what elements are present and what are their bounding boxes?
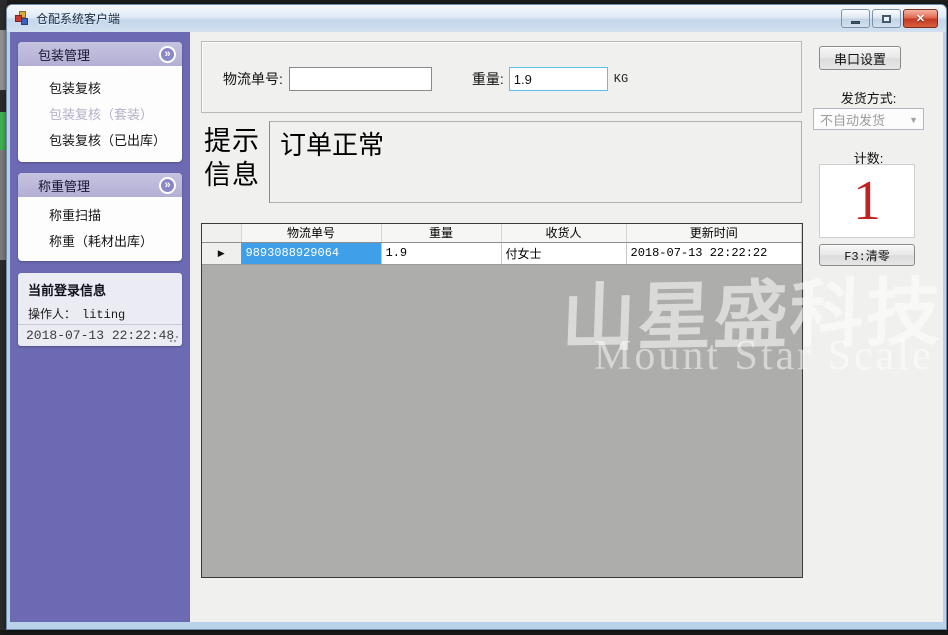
tracking-number-input[interactable]: [289, 67, 432, 91]
cell-tracking-number[interactable]: 9893088929064: [241, 242, 381, 264]
scan-fieldbox: 物流单号: 重量: KG: [201, 41, 802, 113]
nav-group-body: 包装复核 包装复核（套装） 包装复核（已出库）: [18, 66, 182, 162]
close-icon: ✕: [916, 12, 925, 25]
nav-group-packaging: 包装管理 » 包装复核 包装复核（套装） 包装复核（已出库）: [18, 42, 182, 162]
titlebar-buttons: ✕: [841, 9, 938, 28]
login-info-title: 当前登录信息: [18, 273, 182, 299]
count-value: 1: [853, 173, 881, 229]
main-panel: 物流单号: 重量: KG 提示 信息 订单正常 物流单号 重: [190, 32, 943, 622]
nav-group-title: 称重管理: [38, 176, 159, 195]
nav-group-weighing: 称重管理 » 称重扫描 称重（耗材出库）: [18, 173, 182, 261]
app-window: 仓配系统客户端 ✕ 包装管理 » 包装复核 包装复核（套装: [6, 4, 947, 630]
nav-group-body: 称重扫描 称重（耗材出库）: [18, 197, 182, 261]
datagrid-header-row: 物流单号 重量 收货人 更新时间: [202, 224, 802, 242]
close-button[interactable]: ✕: [903, 9, 938, 28]
minimize-icon: [851, 21, 860, 24]
window-title: 仓配系统客户端: [36, 10, 120, 27]
maximize-button[interactable]: [872, 9, 901, 28]
chevron-expand-icon[interactable]: »: [159, 177, 176, 194]
operator-value: liting: [82, 308, 125, 322]
chevron-expand-icon[interactable]: »: [159, 46, 176, 63]
maximize-icon: [882, 15, 891, 23]
chevron-down-icon: ▼: [909, 115, 918, 125]
records-datagrid[interactable]: 物流单号 重量 收货人 更新时间 ▶ 9893088929064 1.9 付女士…: [201, 223, 803, 578]
tracking-number-label: 物流单号:: [223, 69, 283, 89]
titlebar[interactable]: 仓配系统客户端 ✕: [7, 5, 946, 32]
row-header-column: [202, 224, 241, 242]
desktop-bottom-strip: [0, 630, 948, 635]
app-icon: [15, 11, 30, 26]
ship-mode-value: 不自动发货: [820, 110, 885, 129]
desktop: { "window": { "title": "仓配系统客户端" }, "ico…: [0, 0, 948, 635]
nav-group-header-packaging[interactable]: 包装管理 »: [18, 42, 182, 66]
resize-grip-icon: [169, 333, 179, 343]
operator-row: 操作人： liting: [18, 299, 182, 322]
column-header-receiver[interactable]: 收货人: [501, 224, 626, 242]
prompt-label-line1: 提示: [204, 124, 264, 158]
ship-mode-label: 发货方式:: [813, 88, 924, 107]
column-header-updated[interactable]: 更新时间: [626, 224, 802, 242]
weight-label: 重量:: [472, 69, 504, 89]
nav-group-header-weighing[interactable]: 称重管理 »: [18, 173, 182, 197]
cell-weight[interactable]: 1.9: [381, 242, 501, 264]
prompt-message: 订单正常: [280, 130, 384, 160]
column-header-tracking[interactable]: 物流单号: [241, 224, 381, 242]
row-marker-icon[interactable]: ▶: [202, 242, 241, 264]
minimize-button[interactable]: [841, 9, 870, 28]
sidebar-item-package-recheck[interactable]: 包装复核: [18, 76, 182, 102]
count-display-box: 1: [819, 164, 915, 238]
f3-clear-button[interactable]: F3:清零: [819, 244, 915, 266]
cell-updated-time[interactable]: 2018-07-13 22:22:22: [626, 242, 802, 264]
nav-group-title: 包装管理: [38, 45, 159, 64]
column-header-weight[interactable]: 重量: [381, 224, 501, 242]
ship-mode-dropdown[interactable]: 不自动发货 ▼: [813, 108, 924, 130]
serial-port-settings-button[interactable]: 串口设置: [819, 46, 901, 70]
client-area: 包装管理 » 包装复核 包装复核（套装） 包装复核（已出库） 称重管理 » 称重…: [10, 32, 943, 622]
prompt-label-line2: 信息: [204, 158, 264, 192]
login-timestamp-row: 2018-07-13 22:22:48: [18, 324, 182, 346]
table-row[interactable]: ▶ 9893088929064 1.9 付女士 2018-07-13 22:22…: [202, 242, 802, 264]
sidebar: 包装管理 » 包装复核 包装复核（套装） 包装复核（已出库） 称重管理 » 称重…: [10, 32, 190, 622]
sidebar-item-weigh-scan[interactable]: 称重扫描: [18, 203, 182, 229]
weight-unit-label: KG: [614, 72, 628, 86]
login-info-panel: 当前登录信息 操作人： liting 2018-07-13 22:22:48: [18, 273, 182, 346]
sidebar-item-package-recheck-set: 包装复核（套装）: [18, 102, 182, 128]
sidebar-item-package-recheck-shipped[interactable]: 包装复核（已出库）: [18, 128, 182, 154]
sidebar-item-weigh-consumable[interactable]: 称重（耗材出库）: [18, 229, 182, 255]
prompt-message-box: 订单正常: [269, 121, 802, 203]
weight-input[interactable]: [509, 67, 608, 91]
operator-label: 操作人：: [28, 307, 76, 321]
cell-receiver[interactable]: 付女士: [501, 242, 626, 264]
login-timestamp: 2018-07-13 22:22:48: [26, 328, 174, 343]
prompt-info-label: 提示 信息: [204, 124, 264, 192]
